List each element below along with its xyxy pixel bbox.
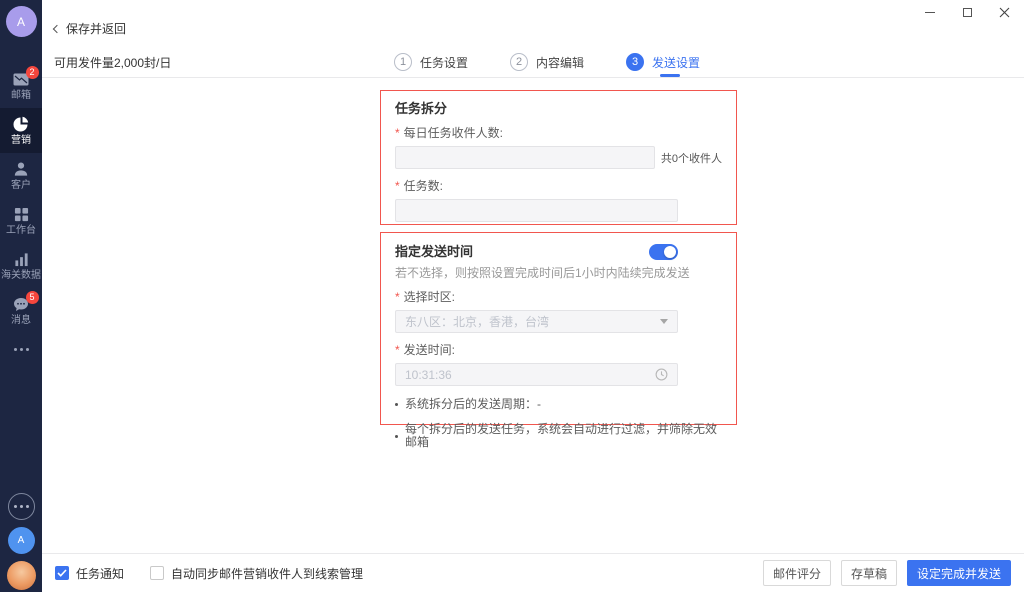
send-time-section: 指定发送时间 若不选择，则按照设置完成时间后1小时内陆续完成发送 * 选择时区:… — [380, 232, 737, 449]
sidebar-item-label: 工作台 — [6, 224, 36, 236]
sidebar-item-mail[interactable]: 2 邮箱 — [0, 63, 42, 108]
step-label: 任务设置 — [420, 55, 469, 70]
required-mark: * — [395, 290, 400, 304]
sidebar-nav: 2 邮箱 营销 客户 工作台 海关数据 5 消息 — [0, 63, 42, 365]
daily-recipients-label: * 每日任务收件人数: — [395, 126, 504, 140]
sidebar-item-label: 邮箱 — [11, 89, 31, 101]
send-time-input[interactable]: 10:31:36 — [395, 363, 678, 386]
mail-badge: 2 — [25, 65, 39, 79]
window-controls — [924, 5, 1010, 19]
timezone-label: * 选择时区: — [395, 290, 456, 304]
profile-photo-avatar[interactable] — [6, 561, 36, 590]
chat-icon: 5 — [13, 290, 39, 313]
step-task-settings[interactable]: 1 任务设置 — [394, 47, 468, 77]
sidebar-item-label: 客户 — [11, 179, 31, 191]
checkbox-label: 任务通知 — [76, 566, 125, 581]
subheader: 可用发件量2,000封/日 1 任务设置 2 内容编辑 3 发送设置 — [42, 47, 1024, 78]
more-options-button[interactable] — [7, 493, 35, 520]
ellipsis-icon — [13, 347, 29, 351]
sidebar-bottom: A — [6, 493, 36, 592]
user-avatar[interactable]: A — [7, 527, 35, 554]
back-button[interactable]: 保存并返回 — [52, 20, 127, 37]
required-mark: * — [395, 179, 400, 193]
clock-icon — [655, 368, 668, 381]
step-number: 1 — [394, 53, 412, 71]
note-item: 系统拆分后的发送周期：- — [395, 398, 722, 411]
grid-icon — [13, 206, 30, 223]
timezone-value: 东八区：北京，香港，台湾 — [405, 315, 550, 329]
bar-chart-icon — [13, 251, 30, 268]
checkbox-checked-icon — [55, 566, 69, 580]
sidebar-item-label: 消息 — [11, 314, 31, 326]
email-score-button[interactable]: 邮件评分 — [762, 560, 831, 586]
save-draft-button[interactable]: 存草稿 — [840, 560, 897, 586]
messages-badge: 5 — [25, 290, 39, 304]
step-number: 2 — [510, 53, 529, 71]
sidebar-item-customers[interactable]: 客户 — [0, 153, 42, 198]
chevron-down-icon — [660, 319, 668, 324]
titlebar: 保存并返回 — [42, 0, 1024, 47]
step-indicator: 1 任务设置 2 内容编辑 3 发送设置 — [394, 47, 700, 77]
section-title: 指定发送时间 — [395, 244, 474, 259]
content-area: 任务拆分 * 每日任务收件人数: 共0个收件人 * 任务数: 指定发送时间 若不… — [42, 78, 1024, 553]
quota-text: 可用发件量2,000封/日 — [54, 55, 172, 70]
step-label: 发送设置 — [652, 55, 701, 70]
bullet-icon — [395, 434, 398, 438]
checkbox-label: 自动同步邮件营销收件人到线索管理 — [171, 566, 364, 581]
toggle-knob — [664, 246, 676, 258]
task-split-section: 任务拆分 * 每日任务收件人数: 共0个收件人 * 任务数: — [380, 90, 737, 225]
sidebar-item-marketing[interactable]: 营销 — [0, 108, 42, 153]
step-number: 3 — [626, 53, 645, 71]
required-mark: * — [395, 343, 400, 357]
sidebar: A 2 邮箱 营销 客户 工作台 海关数据 5 消息 A — [0, 0, 42, 592]
sidebar-item-label: 海关数据 — [1, 269, 41, 281]
step-content-editing[interactable]: 2 内容编辑 — [510, 47, 584, 77]
sidebar-item-messages[interactable]: 5 消息 — [0, 288, 42, 333]
close-button[interactable] — [998, 5, 1010, 19]
send-time-value: 10:31:36 — [405, 367, 452, 382]
chevron-left-icon — [52, 24, 62, 33]
send-time-label: * 发送时间: — [395, 343, 456, 357]
pie-chart-icon — [13, 116, 30, 133]
footer-bar: 任务通知 自动同步邮件营销收件人到线索管理 邮件评分 存草稿 设定完成并发送 — [42, 553, 1024, 592]
sidebar-item-workbench[interactable]: 工作台 — [0, 198, 42, 243]
finish-and-send-button[interactable]: 设定完成并发送 — [906, 560, 1011, 586]
back-label: 保存并返回 — [66, 22, 127, 36]
step-label: 内容编辑 — [536, 55, 585, 70]
step-send-settings[interactable]: 3 发送设置 — [626, 47, 700, 77]
send-time-description: 若不选择，则按照设置完成时间后1小时内陆续完成发送 — [395, 266, 690, 280]
mail-icon: 2 — [13, 65, 39, 88]
active-step-underline — [660, 74, 681, 77]
required-mark: * — [395, 126, 400, 140]
sidebar-item-more[interactable] — [0, 333, 42, 365]
daily-recipients-input[interactable] — [395, 146, 655, 169]
task-count-label: * 任务数: — [395, 179, 444, 193]
send-time-toggle[interactable] — [649, 244, 678, 260]
sidebar-item-label: 营销 — [11, 134, 31, 146]
task-notify-checkbox[interactable]: 任务通知 — [55, 565, 124, 582]
ellipsis-circle-icon — [13, 505, 29, 508]
note-item: 每个拆分后的发送任务，系统会自动进行过滤，并筛除无效邮箱 — [395, 423, 722, 449]
sidebar-item-customs-data[interactable]: 海关数据 — [0, 243, 42, 288]
maximize-button[interactable] — [961, 5, 973, 19]
checkbox-unchecked-icon — [150, 566, 165, 580]
workspace-avatar[interactable]: A — [5, 6, 37, 37]
person-icon — [13, 161, 30, 178]
bullet-icon — [395, 403, 398, 406]
minimize-button[interactable] — [924, 5, 936, 19]
auto-sync-checkbox[interactable]: 自动同步邮件营销收件人到线索管理 — [150, 565, 363, 582]
main-area: 保存并返回 可用发件量2,000封/日 1 任务设置 2 内容编辑 3 发送设置… — [42, 0, 1024, 592]
section-title: 任务拆分 — [395, 101, 448, 116]
task-count-input[interactable] — [395, 199, 678, 222]
recipients-count-suffix: 共0个收件人 — [660, 152, 722, 165]
timezone-select[interactable]: 东八区：北京，香港，台湾 — [395, 310, 678, 333]
